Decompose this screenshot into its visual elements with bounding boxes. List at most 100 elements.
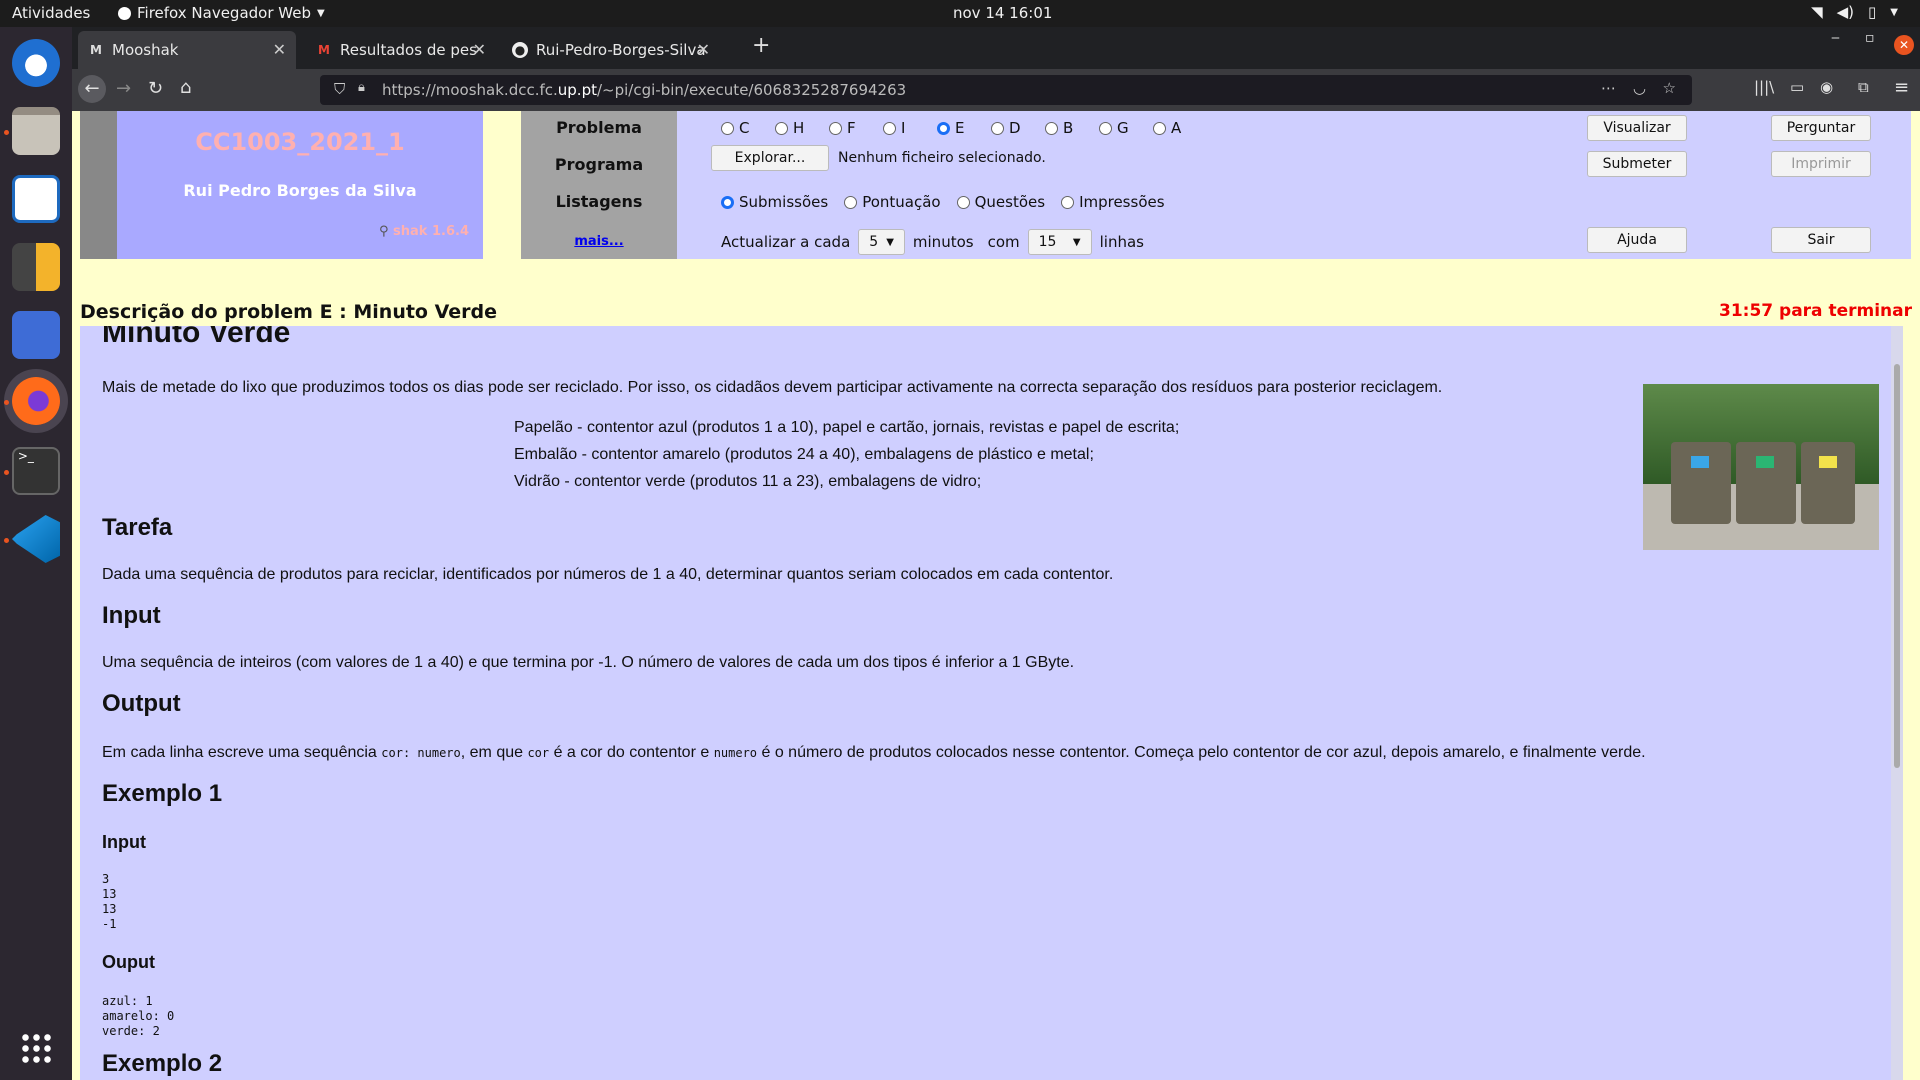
account-icon[interactable]: ◉ bbox=[1820, 78, 1833, 96]
problem-description[interactable]: Minuto Verde Mais de metade do lixo que … bbox=[80, 326, 1903, 1080]
new-tab-icon[interactable]: + bbox=[752, 33, 770, 58]
minutes-select[interactable]: 5 ▼ bbox=[858, 229, 905, 255]
problem-radio-d[interactable]: D bbox=[991, 119, 1045, 137]
writer-icon[interactable] bbox=[12, 175, 60, 223]
output-text: Em cada linha escreve uma sequência cor:… bbox=[102, 744, 1646, 761]
firefox-icon[interactable] bbox=[12, 377, 60, 425]
forward-icon[interactable]: → bbox=[116, 78, 131, 99]
shield-icon: ⛉ bbox=[334, 80, 346, 98]
maximize-icon[interactable]: ▫ bbox=[1865, 30, 1875, 46]
problem-radio-g[interactable]: G bbox=[1099, 119, 1153, 137]
contest-banner: CC1003_2021_1 Rui Pedro Borges da Silva … bbox=[80, 111, 483, 259]
close-window-icon[interactable]: ✕ bbox=[1894, 35, 1914, 55]
files-icon[interactable] bbox=[12, 107, 60, 155]
close-icon[interactable]: ✕ bbox=[697, 40, 710, 59]
mooshak-logo-icon: ⚲ bbox=[378, 224, 389, 239]
perguntar-button[interactable]: Perguntar bbox=[1771, 115, 1871, 141]
bookmark-star-icon[interactable]: ☆ bbox=[1663, 79, 1676, 97]
problem-radio-b[interactable]: B bbox=[1045, 119, 1099, 137]
listing-radio-pontuacao[interactable]: Pontuação bbox=[844, 193, 941, 211]
tarefa-title: Tarefa bbox=[102, 514, 173, 541]
contest-title: CC1003_2021_1 bbox=[195, 128, 405, 156]
file-status: Nenhum ficheiro selecionado. bbox=[838, 150, 1046, 166]
library-icon[interactable]: |||\ bbox=[1754, 78, 1774, 96]
tab-github[interactable]: ● Rui-Pedro-Borges-Silva ✕ bbox=[502, 31, 720, 69]
listing-radio-questoes[interactable]: Questões bbox=[956, 193, 1045, 211]
chevron-down-icon: ▼ bbox=[1072, 236, 1081, 248]
listing-radio-impressoes[interactable]: Impressões bbox=[1061, 193, 1165, 211]
problem-radio-c[interactable]: C bbox=[721, 119, 775, 137]
extensions-icon[interactable]: ⧉ bbox=[1858, 78, 1869, 96]
problem-radio-a[interactable]: A bbox=[1153, 119, 1207, 137]
home-icon[interactable]: ⌂ bbox=[180, 77, 191, 98]
problema-label: Problema bbox=[556, 118, 642, 137]
clock[interactable]: nov 14 16:01 bbox=[953, 4, 1052, 22]
banner-sidebar bbox=[80, 111, 117, 259]
tab-resultados[interactable]: M Resultados de pesquisa ✕ bbox=[306, 31, 496, 69]
activities-button[interactable]: Atividades bbox=[12, 4, 90, 22]
thunderbird-icon[interactable] bbox=[12, 39, 60, 87]
close-icon[interactable]: ✕ bbox=[273, 40, 286, 59]
calculator-icon[interactable] bbox=[12, 243, 60, 291]
listing-radio-submissoes[interactable]: Submissões bbox=[721, 193, 828, 211]
pocket-icon[interactable]: ◡ bbox=[1633, 79, 1646, 97]
show-apps-icon[interactable] bbox=[20, 1032, 52, 1064]
problem-radio-f[interactable]: F bbox=[829, 119, 883, 137]
imprimir-button[interactable]: Imprimir bbox=[1771, 151, 1871, 177]
problem-title: Minuto Verde bbox=[102, 326, 291, 349]
close-icon[interactable]: ✕ bbox=[473, 40, 486, 59]
app-menu-label: Firefox Navegador Web bbox=[137, 4, 311, 22]
running-indicator bbox=[4, 470, 9, 475]
recycling-bins-photo bbox=[1643, 384, 1879, 550]
intro-text: Mais de metade do lixo que produzimos to… bbox=[102, 379, 1443, 396]
version-label: ⚲ shak 1.6.4 bbox=[378, 224, 469, 239]
mais-link[interactable]: mais... bbox=[521, 234, 677, 249]
problem-selector: C H F I E D B G A bbox=[721, 119, 1207, 137]
sair-button[interactable]: Sair bbox=[1771, 227, 1871, 253]
sidebar-icon[interactable]: ▭ bbox=[1790, 78, 1804, 96]
tab-mooshak[interactable]: M Mooshak ✕ bbox=[78, 31, 296, 69]
wifi-icon: ◥ bbox=[1811, 3, 1823, 21]
ajuda-button[interactable]: Ajuda bbox=[1587, 227, 1687, 253]
url-text: https://mooshak.dcc.fc.up.pt/~pi/cgi-bin… bbox=[382, 81, 907, 99]
tab-title: Rui-Pedro-Borges-Silva bbox=[536, 41, 706, 59]
problem-radio-i[interactable]: I bbox=[883, 119, 937, 137]
screenshot-icon[interactable] bbox=[12, 311, 60, 359]
tab-title: Resultados de pesquisa bbox=[340, 41, 478, 59]
listagens-label: Listagens bbox=[555, 192, 643, 211]
tarefa-text: Dada uma sequência de produtos para reci… bbox=[102, 566, 1114, 583]
exemplo1-output-title: Ouput bbox=[102, 952, 155, 972]
reload-icon[interactable]: ↻ bbox=[148, 78, 163, 99]
page-actions-icon[interactable]: ⋯ bbox=[1601, 79, 1616, 97]
lock-icon: 🔒︎ bbox=[358, 80, 365, 95]
menu-icon[interactable]: ≡ bbox=[1894, 77, 1909, 98]
back-icon[interactable]: ← bbox=[78, 75, 106, 103]
explorar-button[interactable]: Explorar... bbox=[711, 145, 829, 171]
url-bar[interactable]: ⛉ 🔒︎ https://mooshak.dcc.fc.up.pt/~pi/cg… bbox=[320, 75, 1692, 105]
lines-select[interactable]: 15 ▼ bbox=[1027, 229, 1092, 255]
bin-item: Embalão - contentor amarelo (produtos 24… bbox=[514, 446, 1094, 463]
programa-label: Programa bbox=[554, 155, 644, 174]
vscode-icon[interactable] bbox=[12, 515, 60, 563]
github-icon: ● bbox=[512, 42, 528, 58]
exemplo1-input: 3 13 13 -1 bbox=[102, 872, 117, 931]
problem-radio-e[interactable]: E bbox=[937, 119, 991, 137]
running-indicator bbox=[4, 538, 9, 543]
input-text: Uma sequência de inteiros (com valores d… bbox=[102, 654, 1075, 671]
time-remaining: 31:57 para terminar bbox=[1719, 301, 1912, 321]
problem-radio-h[interactable]: H bbox=[775, 119, 829, 137]
scrollbar-thumb[interactable] bbox=[1894, 364, 1900, 768]
firefox-small-icon bbox=[118, 6, 131, 20]
submeter-button[interactable]: Submeter bbox=[1587, 151, 1687, 177]
update-settings: Actualizar a cada 5 ▼ minutos com 15 ▼ lin… bbox=[721, 229, 1144, 255]
terminal-icon[interactable]: >_ bbox=[12, 447, 60, 495]
nav-bar: ← → ↻ ⌂ ⛉ 🔒︎ https://mooshak.dcc.fc.up.p… bbox=[72, 69, 1920, 111]
chevron-down-icon: ▼ bbox=[886, 236, 894, 248]
scrollbar[interactable] bbox=[1891, 326, 1903, 1080]
chevron-down-icon: ▼ bbox=[1890, 6, 1898, 18]
com-label: com bbox=[987, 233, 1020, 251]
minimize-icon[interactable]: ‒ bbox=[1831, 30, 1840, 46]
system-tray[interactable]: ◥ ◀) ▯ ▼ bbox=[1811, 3, 1898, 21]
visualizar-button[interactable]: Visualizar bbox=[1587, 115, 1687, 141]
app-menu[interactable]: Firefox Navegador Web ▼ bbox=[118, 4, 325, 22]
